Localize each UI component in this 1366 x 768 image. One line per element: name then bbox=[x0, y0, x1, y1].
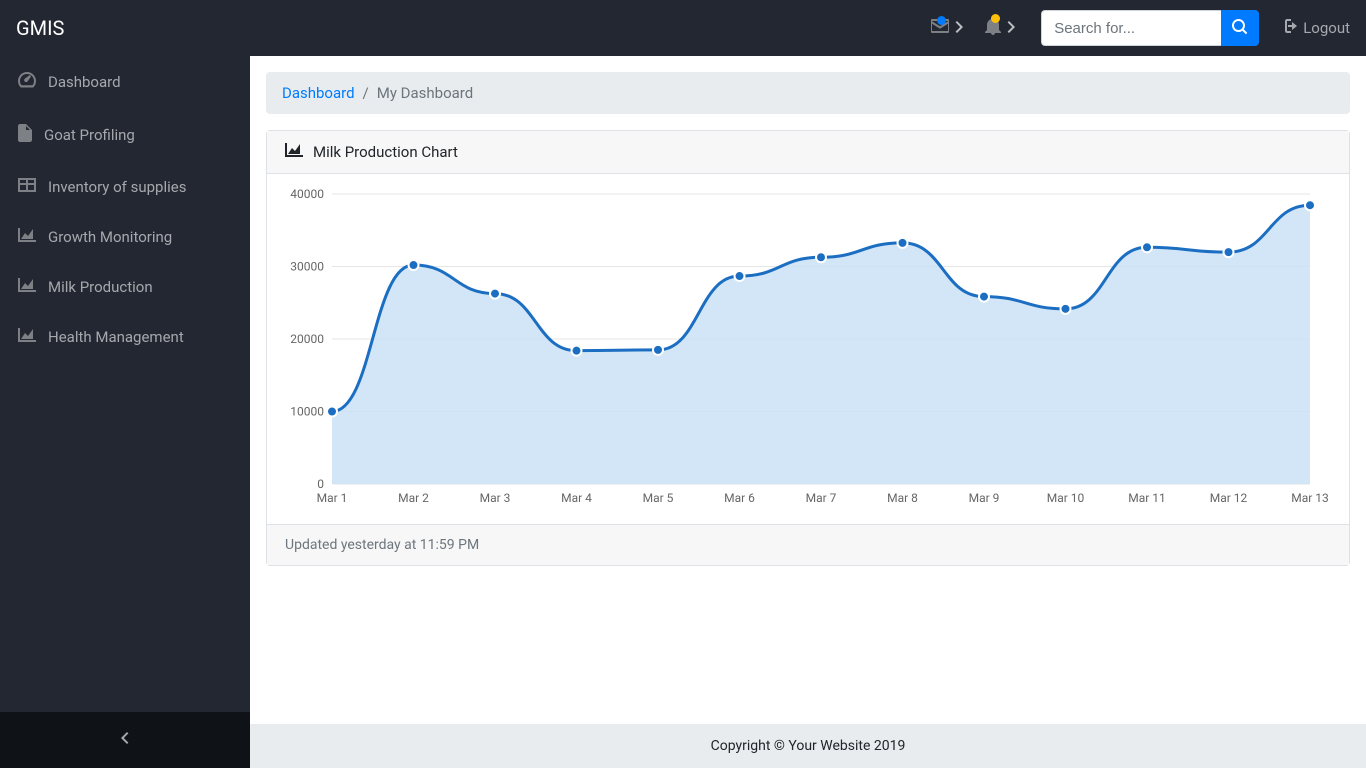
sidebar-item-inventory[interactable]: Inventory of supplies bbox=[0, 162, 250, 212]
logout-link[interactable]: Logout bbox=[1281, 19, 1350, 37]
sidebar-item-growth-monitoring[interactable]: Growth Monitoring bbox=[0, 212, 250, 262]
svg-text:Mar 11: Mar 11 bbox=[1128, 491, 1166, 505]
svg-text:0: 0 bbox=[317, 477, 324, 491]
chevron-right-icon bbox=[1007, 21, 1015, 36]
card-body: 0 10000 20000 30000 40000 Mar 1 Mar 2 Mar 3 Mar … bbox=[267, 174, 1349, 524]
tachometer-icon bbox=[18, 72, 36, 92]
area-chart-icon bbox=[18, 328, 36, 346]
breadcrumb-root-link[interactable]: Dashboard bbox=[282, 84, 355, 102]
brand-logo[interactable]: GMIS bbox=[16, 16, 84, 40]
logout-icon bbox=[1281, 19, 1297, 37]
svg-text:20000: 20000 bbox=[290, 332, 324, 346]
sidebar-collapse-toggle[interactable] bbox=[0, 712, 250, 768]
chart-card: Milk Production Chart 0 10000 20000 30000 40… bbox=[266, 130, 1350, 566]
svg-text:Mar 4: Mar 4 bbox=[561, 491, 592, 505]
svg-text:Mar 13: Mar 13 bbox=[1291, 491, 1329, 505]
svg-text:40000: 40000 bbox=[290, 187, 324, 201]
svg-text:Mar 3: Mar 3 bbox=[480, 491, 511, 505]
messages-dropdown[interactable] bbox=[925, 19, 969, 37]
milk-production-chart: 0 10000 20000 30000 40000 Mar 1 Mar 2 Mar 3 Mar … bbox=[267, 184, 1335, 514]
svg-text:Mar 6: Mar 6 bbox=[724, 491, 755, 505]
sidebar-item-label: Health Management bbox=[48, 328, 184, 346]
svg-text:Mar 2: Mar 2 bbox=[398, 491, 429, 505]
svg-text:Mar 1: Mar 1 bbox=[317, 491, 348, 505]
page-footer: Copyright © Your Website 2019 bbox=[250, 724, 1366, 768]
sidebar-item-milk-production[interactable]: Milk Production bbox=[0, 262, 250, 312]
svg-text:Mar 12: Mar 12 bbox=[1210, 491, 1248, 505]
card-footer: Updated yesterday at 11:59 PM bbox=[267, 524, 1349, 565]
sidebar-item-health-management[interactable]: Health Management bbox=[0, 312, 250, 362]
svg-text:30000: 30000 bbox=[290, 260, 324, 274]
breadcrumb-separator: / bbox=[363, 84, 369, 102]
svg-text:Mar 9: Mar 9 bbox=[969, 491, 1000, 505]
breadcrumb-current: My Dashboard bbox=[377, 84, 473, 102]
logout-label: Logout bbox=[1303, 19, 1350, 37]
sidebar-item-label: Goat Profiling bbox=[44, 126, 135, 144]
sidebar-item-label: Inventory of supplies bbox=[48, 178, 186, 196]
area-chart-icon bbox=[18, 228, 36, 246]
search-icon bbox=[1232, 19, 1248, 38]
svg-text:Mar 10: Mar 10 bbox=[1047, 491, 1085, 505]
sidebar-item-label: Growth Monitoring bbox=[48, 228, 172, 246]
chevron-right-icon bbox=[955, 21, 963, 36]
sidebar-item-goat-profiling[interactable]: Goat Profiling bbox=[0, 108, 250, 162]
chevron-left-icon bbox=[121, 732, 129, 748]
svg-text:Mar 8: Mar 8 bbox=[887, 491, 918, 505]
alerts-dropdown[interactable] bbox=[979, 17, 1021, 39]
sidebar: Dashboard Goat Profiling Inventory of su… bbox=[0, 56, 250, 768]
svg-text:10000: 10000 bbox=[290, 405, 324, 419]
svg-text:Mar 7: Mar 7 bbox=[806, 491, 837, 505]
search-form bbox=[1041, 10, 1259, 46]
svg-text:Mar 5: Mar 5 bbox=[643, 491, 674, 505]
top-navbar: GMIS bbox=[0, 0, 1366, 56]
sidebar-item-dashboard[interactable]: Dashboard bbox=[0, 56, 250, 108]
main-content: Dashboard / My Dashboard Milk Production… bbox=[250, 56, 1366, 768]
content-inner: Dashboard / My Dashboard Milk Production… bbox=[250, 56, 1366, 724]
file-icon bbox=[18, 124, 32, 146]
breadcrumb: Dashboard / My Dashboard bbox=[266, 72, 1350, 114]
card-header: Milk Production Chart bbox=[267, 131, 1349, 174]
sidebar-item-label: Milk Production bbox=[48, 278, 153, 296]
area-chart-icon bbox=[18, 278, 36, 296]
search-button[interactable] bbox=[1221, 10, 1259, 46]
search-input[interactable] bbox=[1041, 10, 1221, 46]
table-icon bbox=[18, 178, 36, 196]
navbar-right: Logout bbox=[925, 10, 1350, 46]
sidebar-item-label: Dashboard bbox=[48, 73, 121, 91]
area-chart-icon bbox=[285, 143, 303, 161]
card-title: Milk Production Chart bbox=[313, 143, 458, 161]
